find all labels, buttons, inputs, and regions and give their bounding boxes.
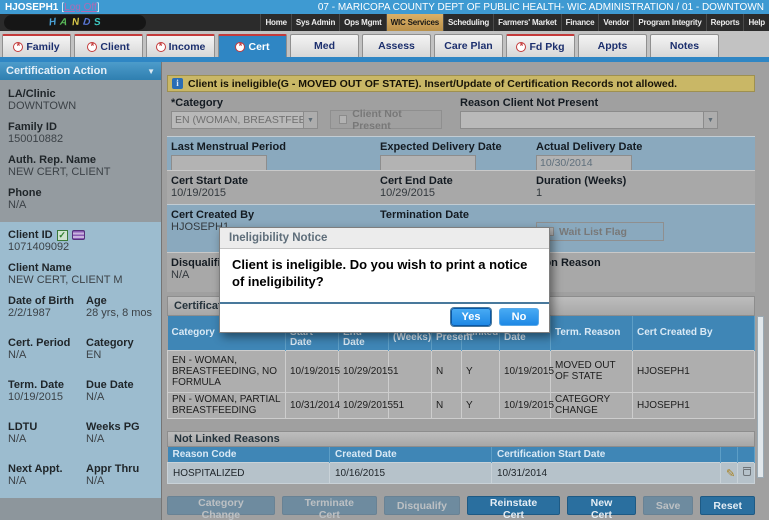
certification-action-dropdown[interactable]: Certification Action ▼	[0, 62, 161, 80]
tab-cert[interactable]: *Cert	[218, 34, 287, 57]
no-button[interactable]: No	[499, 308, 539, 326]
main-menu: Home Sys Admin Ops Mgmt WIC Services Sch…	[260, 14, 769, 31]
cert-dates-row: Cert Start Date 10/19/2015 Cert End Date…	[167, 170, 755, 204]
field-label: LA/Clinic	[8, 88, 153, 100]
title-bar: HJOSEPH1 [Log Off] 07 - MARICOPA COUNTY …	[0, 0, 769, 14]
menu-wic-services[interactable]: WIC Services	[386, 14, 443, 31]
category-select[interactable]: EN (WOMAN, BREASTFEEDI ▼	[171, 111, 318, 129]
required-flag-icon: *	[516, 42, 526, 52]
menu-sys-admin[interactable]: Sys Admin	[291, 14, 339, 31]
tab-family[interactable]: *Family	[2, 34, 71, 57]
table-row: EN - WOMAN, BREASTFEEDING, NO FORMULA 10…	[168, 350, 755, 392]
field-value: N/A	[8, 199, 153, 211]
duration-value: 1	[536, 187, 755, 199]
ebt-card-icon	[72, 230, 85, 240]
field-label: Client ID	[8, 229, 53, 241]
menu-scheduling[interactable]: Scheduling	[443, 14, 493, 31]
tab-bar: *Family *Client *Income *Cert Med Assess…	[0, 31, 769, 57]
field-label: Phone	[8, 187, 153, 199]
client-detail-grid: Date of Birth2/2/1987 Age28 yrs, 8 mos C…	[8, 295, 153, 496]
chevron-down-icon: ▼	[703, 111, 718, 129]
chevron-down-icon: ▼	[303, 111, 318, 129]
table-scrollbar[interactable]	[757, 316, 764, 478]
cert-end-value: 10/29/2015	[380, 187, 536, 199]
terminate-cert-button[interactable]: Terminate Cert	[282, 496, 377, 515]
client-info-section: Client ID ✓ 1071409092 Client NameNEW CE…	[0, 222, 161, 498]
lmp-input[interactable]	[171, 155, 267, 171]
table-header-row: Reason Code Created Date Certification S…	[168, 447, 755, 463]
menu-finance[interactable]: Finance	[561, 14, 599, 31]
wait-list-flag-checkbox[interactable]: Wait List Flag	[536, 222, 664, 241]
field-label: Client Name	[8, 262, 153, 274]
ineligible-alert-banner: i Client is ineligible(G - MOVED OUT OF …	[167, 75, 755, 92]
required-flag-icon: *	[87, 42, 97, 52]
logged-in-user: HJOSEPH1	[5, 2, 58, 13]
menu-help[interactable]: Help	[743, 14, 769, 31]
field-value: DOWNTOWN	[8, 100, 153, 112]
tab-client[interactable]: *Client	[74, 34, 143, 57]
required-flag-icon: *	[156, 42, 166, 52]
action-button-bar: Category Change Terminate Cert Disqualif…	[167, 496, 755, 520]
category-row: *Category EN (WOMAN, BREASTFEEDI ▼ Clien…	[167, 92, 755, 136]
reinstate-cert-button[interactable]: Reinstate Cert	[467, 496, 560, 515]
tab-appts[interactable]: Appts	[578, 34, 647, 57]
field-value: 1071409092	[8, 241, 153, 253]
category-change-button[interactable]: Category Change	[167, 496, 275, 515]
hands-logo: H A N D S	[4, 15, 146, 30]
field-value: NEW CERT, CLIENT M	[8, 274, 153, 286]
chevron-down-icon: ▼	[147, 67, 155, 76]
reset-button[interactable]: Reset	[700, 496, 755, 515]
client-summary-sidebar: Certification Action ▼ LA/ClinicDOWNTOWN…	[0, 62, 162, 520]
menu-home[interactable]: Home	[260, 14, 290, 31]
dialog-message: Client is ineligible. Do you wish to pri…	[220, 249, 549, 291]
reason-not-present-label: Reason Client Not Present	[460, 97, 718, 109]
actual-delivery-date-input[interactable]: 10/30/2014	[536, 155, 632, 171]
category-label: *Category	[171, 97, 321, 109]
menu-farmers-market[interactable]: Farmers' Market	[493, 14, 561, 31]
edd-input[interactable]	[380, 155, 476, 171]
info-icon: i	[172, 78, 183, 89]
table-row: PN - WOMAN, PARTIAL BREASTFEEDING 10/31/…	[168, 392, 755, 418]
field-label: Family ID	[8, 121, 153, 133]
required-flag-icon: *	[13, 42, 23, 52]
edit-pencil-icon[interactable]: ✎	[726, 468, 735, 480]
tab-care-plan[interactable]: Care Plan	[434, 34, 503, 57]
delete-trash-icon[interactable]	[743, 467, 751, 476]
menu-ops-mgmt[interactable]: Ops Mgmt	[339, 14, 386, 31]
required-flag-icon: *	[235, 42, 245, 52]
ineligibility-notice-dialog: Ineligibility Notice Client is ineligibl…	[219, 227, 550, 333]
new-cert-button[interactable]: New Cert	[567, 496, 636, 515]
tab-notes[interactable]: Notes	[650, 34, 719, 57]
not-linked-reasons-header: Not Linked Reasons	[167, 431, 755, 447]
reason-not-present-select[interactable]: ▼	[460, 111, 718, 129]
field-value: NEW CERT, CLIENT	[8, 166, 153, 178]
not-linked-reasons-table: Reason Code Created Date Certification S…	[167, 447, 755, 485]
cert-start-value: 10/19/2015	[171, 187, 380, 199]
dialog-title: Ineligibility Notice	[220, 228, 549, 249]
disqualify-button[interactable]: Disqualify	[384, 496, 460, 515]
field-label: Auth. Rep. Name	[8, 154, 153, 166]
delivery-dates-row: Last Menstrual Period Expected Delivery …	[167, 136, 755, 170]
table-row: HOSPITALIZED 10/16/2015 10/31/2014 ✎	[168, 463, 755, 484]
tab-assess[interactable]: Assess	[362, 34, 431, 57]
verified-check-icon: ✓	[57, 230, 68, 241]
save-button[interactable]: Save	[643, 496, 694, 515]
log-off-link[interactable]: [Log Off]	[61, 2, 99, 13]
family-info-section: LA/ClinicDOWNTOWN Family ID150010882 Aut…	[0, 80, 161, 222]
menu-reports[interactable]: Reports	[706, 14, 744, 31]
client-not-present-checkbox[interactable]: Client Not Present	[330, 110, 442, 129]
yes-button[interactable]: Yes	[451, 308, 491, 326]
tab-med[interactable]: Med	[290, 34, 359, 57]
field-value: 150010882	[8, 133, 153, 145]
window-title: 07 - MARICOPA COUNTY DEPT OF PUBLIC HEAL…	[318, 2, 764, 13]
menu-vendor[interactable]: Vendor	[598, 14, 633, 31]
tab-income[interactable]: *Income	[146, 34, 215, 57]
app-window: HJOSEPH1 [Log Off] 07 - MARICOPA COUNTY …	[0, 0, 769, 520]
menu-bar: H A N D S Home Sys Admin Ops Mgmt WIC Se…	[0, 14, 769, 31]
tab-fd-pkg[interactable]: *Fd Pkg	[506, 34, 575, 57]
dialog-button-bar: Yes No	[220, 302, 549, 332]
menu-program-integrity[interactable]: Program Integrity	[633, 14, 705, 31]
